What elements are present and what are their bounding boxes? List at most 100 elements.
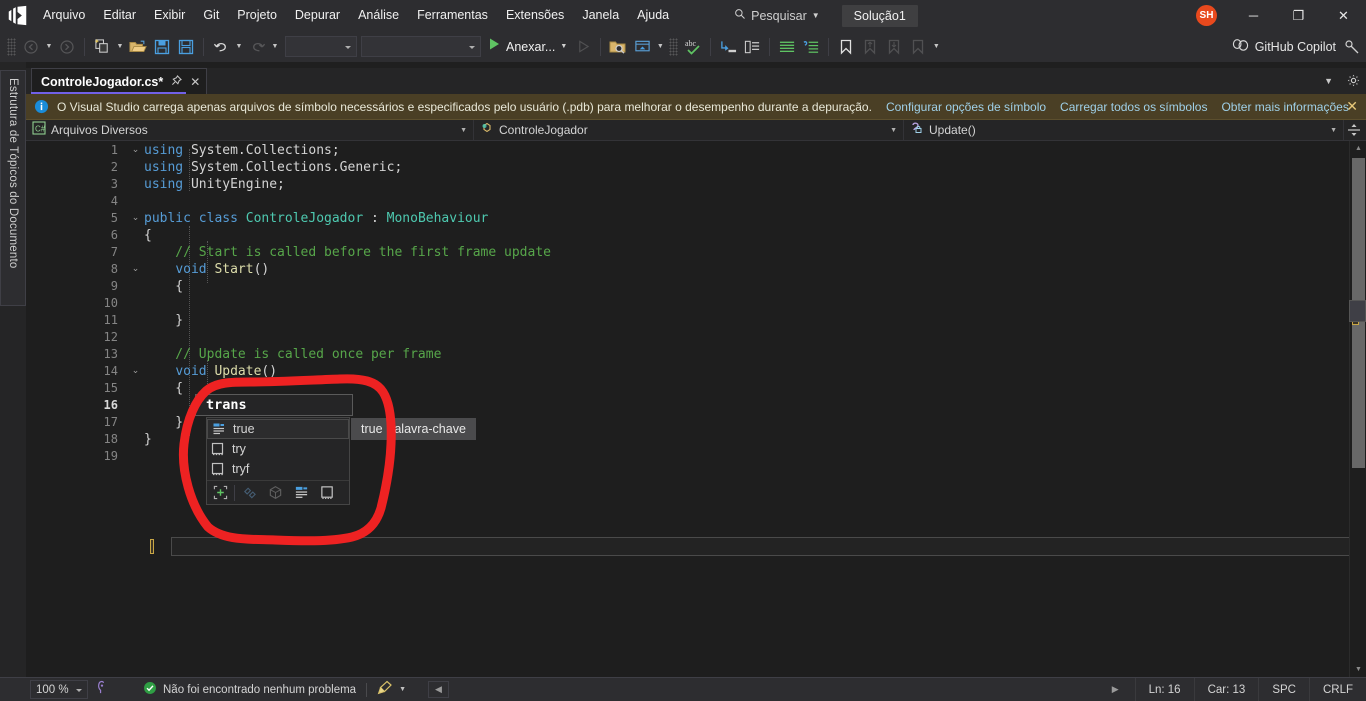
menu-extensoes[interactable]: Extensões (497, 4, 573, 27)
editor-vertical-scrollbar[interactable]: ▲ ▼ (1349, 141, 1366, 677)
split-view-icon[interactable] (1344, 120, 1364, 140)
code-token: () (253, 262, 270, 277)
menu-editar[interactable]: Editar (94, 4, 145, 27)
completion-item-tryf[interactable]: tryf (207, 459, 349, 479)
intellisense-popup[interactable]: true try tryf (206, 417, 350, 505)
type-selector[interactable]: ControleJogador ▼ (474, 120, 904, 140)
fold-chevron-icon[interactable]: ⌄ (130, 263, 141, 274)
increase-indent-icon[interactable] (775, 35, 799, 59)
intellisense-typed-text: trans (195, 394, 353, 416)
tab-controlejogador-cs[interactable]: ControleJogador.cs* ✕ (31, 68, 208, 94)
configuration-combo[interactable] (285, 36, 357, 57)
tab-close-icon[interactable]: ✕ (190, 75, 200, 89)
menu-depurar[interactable]: Depurar (286, 4, 349, 27)
menu-ajuda[interactable]: Ajuda (628, 4, 678, 27)
fold-chevron-icon[interactable]: ⌄ (130, 212, 141, 223)
next-bookmark-icon[interactable] (882, 35, 906, 59)
problems-status[interactable]: Não foi encontrado nenhum problema (143, 681, 356, 698)
solution-badge[interactable]: Solução1 (841, 4, 918, 27)
close-button[interactable]: ✕ (1321, 0, 1366, 31)
zoom-selector[interactable]: 100 % (30, 680, 88, 699)
intellisense-list[interactable]: true try tryf (207, 419, 349, 479)
more-information-link[interactable]: Obter mais informações (1221, 100, 1348, 114)
copilot-extra-icon[interactable] (1344, 31, 1360, 62)
platform-combo[interactable] (361, 36, 481, 57)
snippet-filter-icon[interactable] (314, 482, 340, 504)
toolbar-grip-2[interactable] (669, 37, 679, 56)
load-all-symbols-link[interactable]: Carregar todos os símbolos (1060, 100, 1207, 114)
chevron-down-icon[interactable]: ▼ (399, 686, 406, 693)
completion-item-true[interactable]: true (207, 419, 349, 439)
navigate-back-button[interactable] (19, 35, 43, 59)
navigate-forward-button[interactable] (55, 35, 79, 59)
scroll-left-button[interactable]: chevron-left-icon◀ (428, 681, 449, 698)
solution-explorer-search-icon[interactable] (606, 35, 630, 59)
menu-janela[interactable]: Janela (573, 4, 628, 27)
gear-icon[interactable] (1347, 74, 1360, 89)
attach-run-button[interactable]: Anexar... ▼ (481, 35, 571, 58)
member-selector[interactable]: Update() ▼ (904, 120, 1344, 140)
code-token: using (144, 143, 184, 158)
github-copilot-status[interactable]: GitHub Copilot (1232, 31, 1336, 62)
minimize-button[interactable]: ─ (1231, 0, 1276, 31)
extension-filter-icon[interactable] (236, 482, 262, 504)
comment-selection-icon[interactable] (740, 35, 764, 59)
menu-projeto[interactable]: Projeto (228, 4, 286, 27)
user-avatar[interactable]: SH (1196, 5, 1217, 26)
project-selector[interactable]: C# Arquivos Diversos ▼ (26, 120, 474, 140)
decrease-indent-icon[interactable] (799, 35, 823, 59)
menu-arquivo[interactable]: Arquivo (34, 4, 94, 27)
redo-button[interactable] (245, 35, 269, 59)
new-project-dropdown[interactable]: ▼ (114, 35, 126, 59)
toolbar-overflow-button[interactable]: ▼ (930, 35, 942, 59)
chevron-down-icon[interactable]: ▼ (1324, 76, 1333, 86)
fold-chevron-icon[interactable]: ⌄ (130, 144, 141, 155)
new-project-button[interactable] (90, 35, 114, 59)
properties-window-icon[interactable] (630, 35, 654, 59)
save-button[interactable] (150, 35, 174, 59)
toggle-bookmark-icon[interactable] (834, 35, 858, 59)
code-token: { (144, 381, 184, 396)
line-ending-mode[interactable]: CRLF (1308, 677, 1366, 701)
properties-dropdown[interactable]: ▼ (654, 35, 666, 59)
module-filter-icon[interactable] (262, 482, 288, 504)
editor-gutter[interactable]: 1 ⌄ 2 3 4 5 ⌄ 6 7 8 ⌄ 9 10 11 12 13 14 ⌄ 15 16 17 18 19 (26, 141, 144, 677)
code-cleanup-button[interactable]: ▼ (377, 680, 406, 699)
search-box[interactable]: Pesquisar ▼ (726, 5, 828, 27)
open-file-button[interactable] (126, 35, 150, 59)
scroll-right-button[interactable]: ▶ (1096, 684, 1135, 695)
clear-bookmarks-icon[interactable] (906, 35, 930, 59)
completion-item-try[interactable]: try (207, 439, 349, 459)
save-all-button[interactable] (174, 35, 198, 59)
redo-dropdown[interactable]: ▼ (269, 35, 281, 59)
configure-symbol-options-link[interactable]: Configurar opções de símbolo (886, 100, 1046, 114)
undo-button[interactable] (209, 35, 233, 59)
spell-check-icon[interactable]: abc (681, 35, 705, 59)
indentation-mode[interactable]: SPC (1258, 677, 1309, 701)
menu-analise[interactable]: Análise (349, 4, 408, 27)
menu-exibir[interactable]: Exibir (145, 4, 194, 27)
previous-bookmark-icon[interactable] (858, 35, 882, 59)
intellisense-filter-bar[interactable] (207, 480, 349, 504)
step-into-specific-icon[interactable] (716, 35, 740, 59)
undo-dropdown[interactable]: ▼ (233, 35, 245, 59)
navigate-back-dropdown[interactable]: ▼ (43, 35, 55, 59)
toolbar-grip[interactable] (7, 37, 16, 56)
fold-chevron-icon[interactable]: ⌄ (130, 365, 141, 376)
accessibility-icon[interactable] (94, 680, 109, 700)
menu-ferramentas[interactable]: Ferramentas (408, 4, 497, 27)
scroll-down-arrow-icon[interactable]: ▼ (1350, 662, 1366, 677)
keyword-filter-icon[interactable] (288, 482, 314, 504)
code-token: System.Collections.Generic; (183, 160, 403, 175)
symbol-load-info-bar: O Visual Studio carrega apenas arquivos … (26, 94, 1366, 120)
restore-button[interactable]: ❐ (1276, 0, 1321, 31)
document-outline-tab[interactable]: Estrutura de Tópicos do Documento (0, 70, 26, 306)
menu-git[interactable]: Git (194, 4, 228, 27)
editor-split-grip[interactable] (1349, 300, 1366, 322)
start-without-debugging-button[interactable] (571, 35, 595, 59)
scroll-up-arrow-icon[interactable]: ▲ (1350, 141, 1366, 156)
pin-icon[interactable] (171, 74, 183, 89)
info-bar-close-icon[interactable]: ✕ (1346, 98, 1358, 115)
expand-filter-icon[interactable] (207, 482, 233, 504)
